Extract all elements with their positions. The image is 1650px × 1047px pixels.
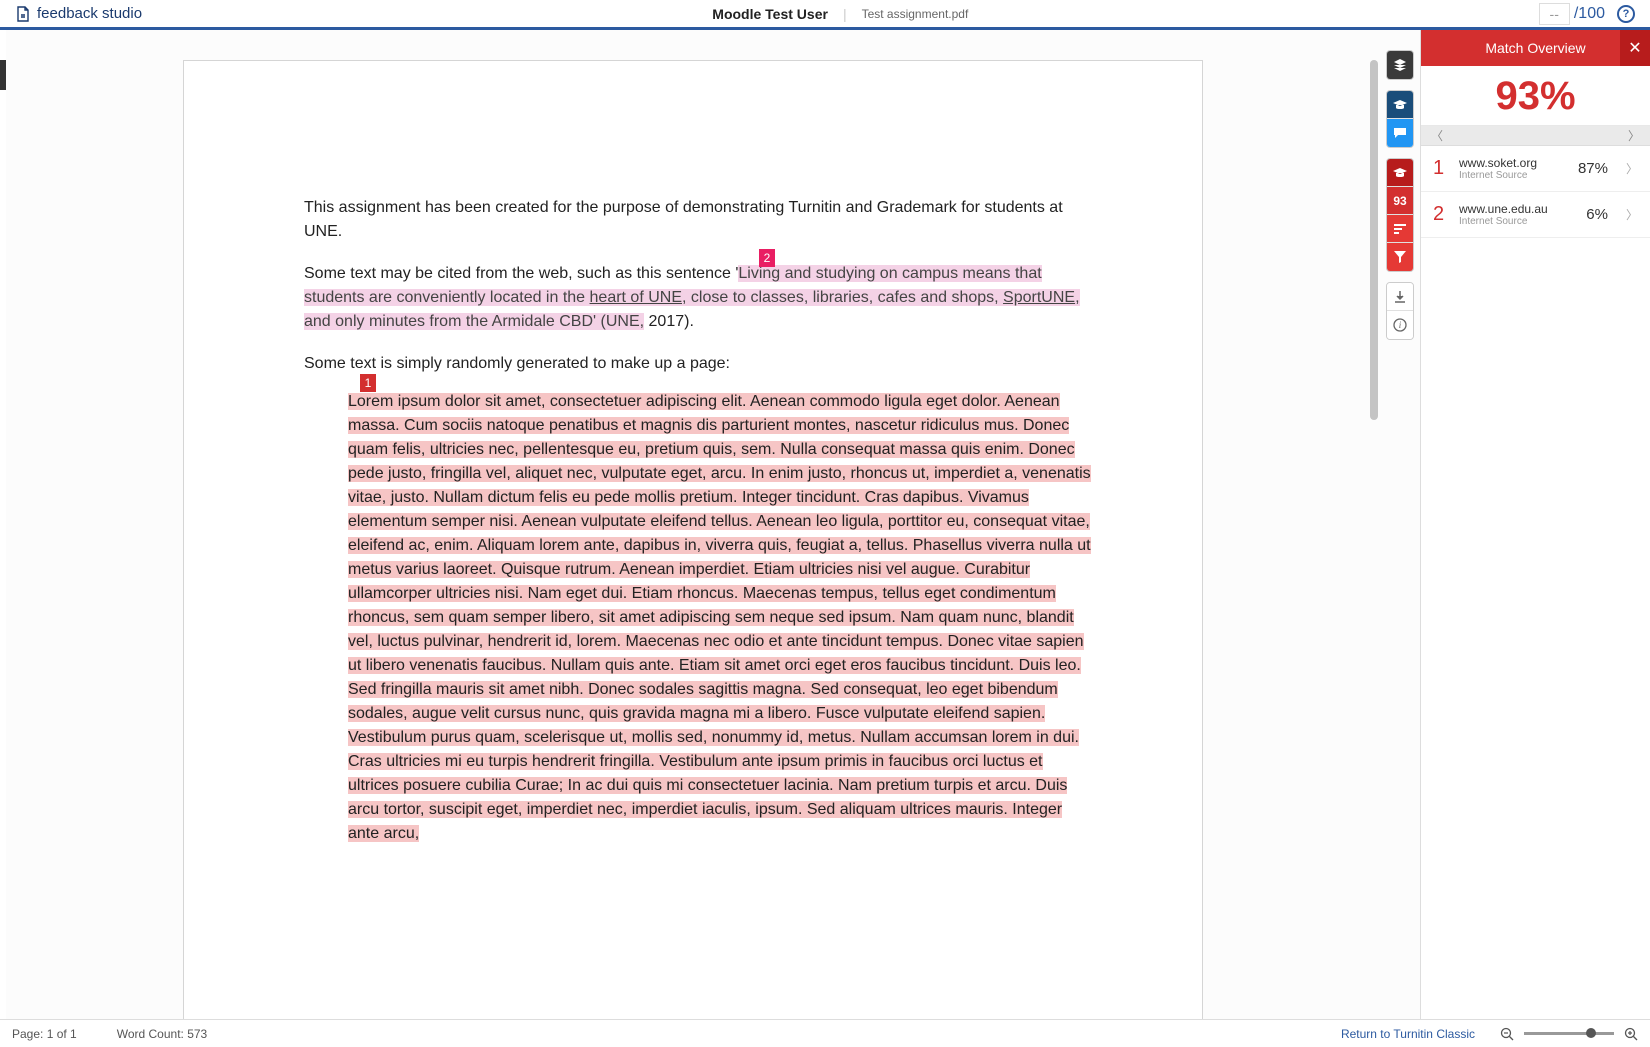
match-item[interactable]: 2 www.une.edu.au Internet Source 6% 〉: [1421, 192, 1650, 238]
zoom-out-icon: [1500, 1027, 1514, 1041]
zoom-thumb[interactable]: [1586, 1028, 1596, 1038]
similarity-group: 93: [1386, 158, 1414, 272]
close-icon: ✕: [1628, 38, 1641, 58]
zoom-controls: [1500, 1027, 1638, 1041]
download-group: i: [1386, 282, 1414, 340]
quickmark-button[interactable]: [1387, 119, 1413, 147]
paragraph: This assignment has been created for the…: [304, 196, 1092, 244]
match-list: 1 www.soket.org Internet Source 87% 〉 2 …: [1421, 146, 1650, 1019]
speech-icon: [1393, 127, 1407, 139]
brand: feedback studio: [15, 5, 142, 22]
paragraph: Lorem ipsum dolor sit amet, consectetuer…: [348, 390, 1092, 846]
grademark-button[interactable]: [1387, 91, 1413, 119]
graduation-icon: [1393, 100, 1407, 110]
layer-group: [1386, 50, 1414, 80]
grade-total: /100: [1574, 5, 1605, 23]
match-info: www.soket.org Internet Source: [1459, 156, 1566, 181]
grading-group: [1386, 90, 1414, 148]
match-pct: 87%: [1578, 160, 1608, 177]
info-icon: i: [1393, 318, 1407, 332]
zoom-out-button[interactable]: [1500, 1027, 1514, 1041]
similarity-badge-button[interactable]: [1387, 159, 1413, 187]
help-icon[interactable]: ?: [1617, 5, 1635, 23]
brand-text: feedback studio: [37, 5, 142, 22]
scrollbar[interactable]: [1370, 60, 1378, 752]
file-name: Test assignment.pdf: [862, 7, 969, 21]
barchart-icon: [1393, 223, 1407, 235]
match-marker-1[interactable]: 1: [360, 374, 376, 392]
app-footer: Page: 1 of 1 Word Count: 573 Return to T…: [0, 1019, 1650, 1047]
panel-header: Match Overview ✕: [1421, 30, 1650, 66]
match-source: Internet Source: [1459, 216, 1574, 227]
match-source: Internet Source: [1459, 170, 1566, 181]
header-info: Moodle Test User | Test assignment.pdf: [142, 6, 1538, 22]
document-viewport: This assignment has been created for the…: [6, 30, 1380, 1019]
footer-left: Page: 1 of 1 Word Count: 573: [12, 1027, 207, 1041]
download-icon: [1394, 291, 1406, 303]
scroll-thumb[interactable]: [1370, 60, 1378, 420]
header-right: -- /100 ?: [1539, 3, 1635, 25]
paragraph: Some text is simply randomly generated t…: [304, 352, 1092, 376]
paragraph: 2 Some text may be cited from the web, s…: [304, 262, 1092, 334]
match-pct: 6%: [1586, 206, 1608, 223]
match-info: www.une.edu.au Internet Source: [1459, 202, 1574, 227]
match-overview-panel: Match Overview ✕ 93% 〈 〉 1 www.soket.org…: [1420, 30, 1650, 1019]
document-page: This assignment has been created for the…: [183, 60, 1203, 1019]
match-url: www.soket.org: [1459, 156, 1566, 170]
match-marker-2[interactable]: 2: [759, 249, 775, 267]
match-item[interactable]: 1 www.soket.org Internet Source 87% 〉: [1421, 146, 1650, 192]
match-number: 2: [1433, 203, 1447, 226]
download-button[interactable]: [1387, 283, 1413, 311]
chevron-right-icon: 〉: [1626, 160, 1638, 177]
highlight-source1[interactable]: Lorem ipsum dolor sit amet, consectetuer…: [348, 393, 1091, 842]
match-number: 1: [1433, 157, 1447, 180]
match-url: www.une.edu.au: [1459, 202, 1574, 216]
layers-button[interactable]: [1387, 51, 1413, 79]
close-button[interactable]: ✕: [1620, 30, 1650, 66]
panel-title: Match Overview: [1485, 40, 1585, 56]
user-name: Moodle Test User: [712, 6, 828, 22]
side-toolbar: 93 i: [1380, 30, 1420, 1019]
zoom-in-icon: [1624, 1027, 1638, 1041]
graduation-icon: [1393, 168, 1407, 178]
page-indicator: Page: 1 of 1: [12, 1027, 77, 1041]
prev-button[interactable]: 〈: [1431, 127, 1443, 144]
app-header: feedback studio Moodle Test User | Test …: [0, 0, 1650, 30]
grade-value[interactable]: --: [1539, 3, 1570, 25]
info-button[interactable]: i: [1387, 311, 1413, 339]
match-nav: 〈 〉: [1421, 126, 1650, 146]
similarity-score-button[interactable]: 93: [1387, 187, 1413, 215]
filter-button[interactable]: [1387, 243, 1413, 271]
svg-text:i: i: [1399, 320, 1402, 330]
zoom-in-button[interactable]: [1624, 1027, 1638, 1041]
brand-icon: [15, 6, 31, 22]
chevron-right-icon: 〉: [1626, 206, 1638, 223]
layers-icon: [1393, 58, 1407, 72]
word-count: Word Count: 573: [117, 1027, 208, 1041]
next-button[interactable]: 〉: [1628, 127, 1640, 144]
all-sources-button[interactable]: [1387, 215, 1413, 243]
grade-input[interactable]: -- /100: [1539, 3, 1605, 25]
overall-similarity: 93%: [1421, 66, 1650, 126]
zoom-slider[interactable]: [1524, 1032, 1614, 1035]
classic-link[interactable]: Return to Turnitin Classic: [1341, 1027, 1475, 1041]
divider: |: [843, 6, 847, 22]
funnel-icon: [1394, 251, 1406, 263]
